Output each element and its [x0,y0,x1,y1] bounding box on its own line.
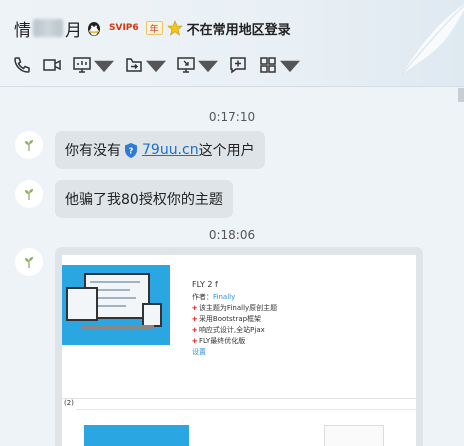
message-text: 你有没有 [65,143,121,159]
shield-icon: ? [125,142,137,158]
year-vip-badge[interactable]: 年 [145,21,163,35]
video-icon [43,59,61,71]
settings-link: 设置 [192,348,206,356]
qq-penguin-icon[interactable] [86,20,102,37]
theme-title: FLY 2 f [192,280,218,289]
divider [76,409,416,410]
chat-toolbar [12,54,310,76]
message-timestamp: 0:17:10 [208,110,256,124]
screen-share-icon [73,57,91,73]
svg-text:?: ? [129,146,134,155]
message-text: 他骗了我80授权你的主题 [65,192,223,208]
avatar[interactable] [15,131,43,159]
star-icon[interactable] [166,20,183,36]
message-link[interactable]: 79uu.cn [142,142,199,158]
contact-name-start: 情 [14,20,31,41]
login-region-warning[interactable]: 不在常用地区登录 [187,19,291,38]
image-message-bubble[interactable]: FLY 2 f 作者：Finally 该主题为Finally原创主题 采用Boo… [55,247,423,446]
sprout-icon [25,257,33,268]
apps-button[interactable] [258,54,300,76]
video-call-button[interactable] [42,54,62,76]
chat-header: 情 月 SVIP6 年 不在常用地区登录 [0,0,464,87]
feature-item: 该主题为Finally原创主题 [192,303,277,314]
scrollbar-thumb[interactable] [458,88,464,102]
message-timestamp: 0:18:06 [208,228,256,242]
remote-assist-icon [177,57,195,73]
transfer-file-button[interactable] [124,54,166,76]
feature-item: 采用Bootstrap框架 [192,314,277,325]
svip-badge[interactable]: SVIP6 [106,21,142,35]
contact-name-end: 月 [65,20,82,41]
message-icon [230,57,246,74]
feather-decoration-icon [401,4,464,75]
sprout-icon [25,140,33,151]
message-list[interactable]: 0:17:10 你有没有 ? 79uu.cn 这个用户 他骗了我80授权你的主题… [0,88,464,446]
divider [62,398,416,399]
message-bubble[interactable]: 你有没有 ? 79uu.cn 这个用户 [55,131,265,169]
author-label: 作者： [192,293,213,301]
avatar[interactable] [15,180,43,208]
message-text: 这个用户 [198,143,255,159]
laptop-base [82,325,154,329]
blurred-name-segment [33,19,63,37]
tab-label: (2) [64,399,74,407]
feature-item: FLY最终优化版 [192,336,277,347]
chevron-down-icon[interactable] [280,55,300,75]
chevron-down-icon[interactable] [198,55,218,75]
phone-mockup [142,303,162,327]
screen-share-button[interactable] [72,54,114,76]
theme-preview-banner [84,425,189,446]
voice-call-button[interactable] [12,54,32,76]
shared-screenshot-image[interactable]: FLY 2 f 作者：Finally 该主题为Finally原创主题 采用Boo… [62,255,416,446]
apps-icon [260,57,276,73]
transfer-file-icon [126,58,142,72]
author-name: Finally [213,293,236,301]
theme-author: 作者：Finally [192,292,277,303]
chevron-down-icon[interactable] [146,55,166,75]
theme-preview-banner [62,265,170,345]
message-button[interactable] [228,54,248,76]
theme-info: FLY 2 f 作者：Finally 该主题为Finally原创主题 采用Boo… [192,279,277,358]
phone-icon [14,57,30,73]
preview-card [324,425,384,446]
tablet-mockup [66,287,98,321]
chevron-down-icon[interactable] [94,55,114,75]
message-bubble[interactable]: 他骗了我80授权你的主题 [55,180,233,218]
avatar[interactable] [15,248,43,276]
sprout-icon [25,189,33,200]
remote-assist-button[interactable] [176,54,218,76]
title-row: 情 月 SVIP6 年 不在常用地区登录 [14,16,291,41]
feature-item: 响应式设计,全站Pjax [192,325,277,336]
contact-name[interactable]: 情 月 [14,16,82,41]
